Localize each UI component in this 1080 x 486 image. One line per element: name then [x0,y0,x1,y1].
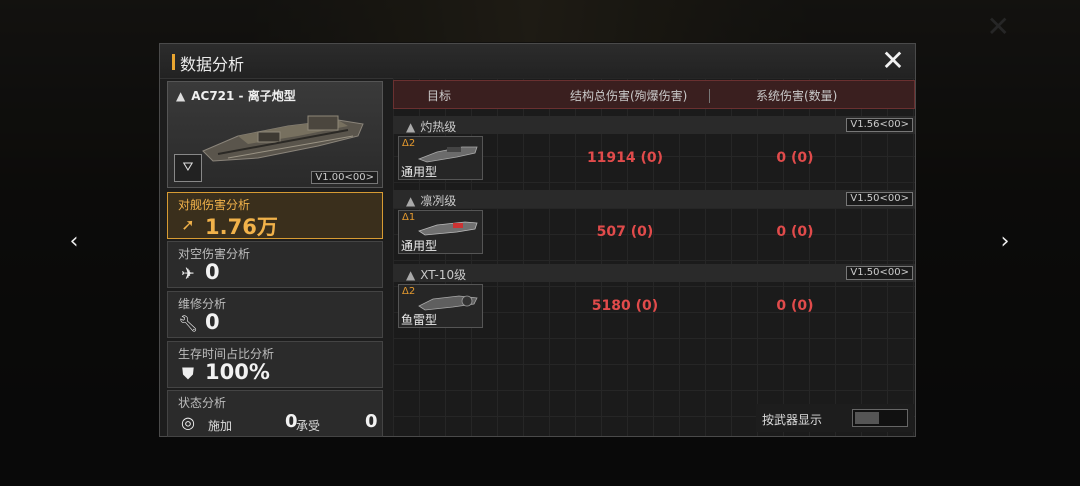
data-analysis-panel: 数据分析 ✕ ▲ AC721 - 离子炮型 ⛛ V1.00<00> 对舰伤害分析 … [159,43,916,437]
col-header-system: 系统伤害(数量) [756,89,838,103]
stat-label: 状态分析 [178,396,227,410]
ship-class-icon: ▲ [406,194,416,208]
ship-version: V1.00<00> [311,171,378,184]
group-version: V1.50<00> [846,192,913,206]
ship-class-icon: ▲ [176,89,186,103]
weapon-display-toggle-area: 按武器显示 [756,404,914,432]
system-damage: 0 (0) [776,224,814,240]
weapon-type: 通用型 [401,239,438,253]
system-damage: 0 (0) [776,298,814,314]
panel-title: 数据分析 [180,55,245,74]
ship-image [202,115,364,162]
ship-class-icon: ▲ [406,120,416,134]
toggle-knob [855,412,879,424]
group-name-text: XT-10级 [420,268,467,282]
status-take-value: 0 [365,411,378,432]
structure-damage: 507 (0) [596,224,654,240]
stat-value: 1.76万 [205,215,278,239]
anti-air-icon: ✈ [181,264,195,283]
structure-damage: 5180 (0) [591,298,659,314]
group-name: ▲ 灼热级 [406,118,456,135]
group-header: ▲ 灼热级 V1.56<00> [393,116,915,134]
anti-ship-icon: ➚ [181,215,195,234]
group-name-text: 灼热级 [420,120,457,134]
group-header: ▲ 凛冽级 V1.50<00> [393,190,915,208]
weapon-type: 鱼雷型 [401,313,438,327]
weapon-type: 通用型 [401,165,438,179]
ship-role-icon: ⛛ [174,154,202,182]
group-header: ▲ XT-10级 V1.50<00> [393,264,915,282]
ship-name: ▲ AC721 - 离子炮型 [176,87,296,104]
weapon-level: Δ1 [402,212,416,223]
pulse-icon: ◎ [181,413,195,432]
weapon-card[interactable]: Δ2 鱼雷型 [398,284,483,328]
col-divider [709,89,710,103]
weapon-level: Δ2 [402,286,416,297]
close-icon[interactable]: ✕ [879,47,907,75]
system-damage: 0 (0) [776,150,814,166]
ship-name-text: AC721 - 离子炮型 [191,89,296,103]
stat-anti-ship[interactable]: 对舰伤害分析 ➚ 1.76万 [167,192,383,239]
damage-table: 目标 结构总伤害(殉爆伤害) 系统伤害(数量) ▲ 灼热级 V1.56<00> Δ… [393,78,915,436]
ship-class-icon: ▲ [406,268,416,282]
group-name: ▲ XT-10级 [406,266,466,283]
status-apply-label: 施加 [208,419,233,433]
ship-card[interactable]: ▲ AC721 - 离子炮型 ⛛ V1.00<00> [167,81,383,188]
weapon-card[interactable]: Δ1 通用型 [398,210,483,254]
stat-value: 100% [205,360,270,384]
panel-header: 数据分析 ✕ [160,44,915,79]
title-accent-bar [172,54,175,70]
next-arrow-icon[interactable]: › [993,228,1017,256]
stat-survival[interactable]: 生存时间占比分析 ⛊ 100% [167,341,383,388]
show-by-weapon-toggle[interactable] [852,409,908,427]
status-take-label: 承受 [296,419,321,433]
weapon-image [418,221,478,236]
stat-value: 0 [205,260,220,284]
group-version: V1.56<00> [846,118,913,132]
structure-damage: 11914 (0) [586,150,664,166]
stat-anti-air[interactable]: 对空伤害分析 ✈ 0 [167,241,383,288]
col-header-target: 目标 [427,89,452,103]
stat-value: 0 [205,310,220,334]
shield-icon: ⛊ [181,364,194,383]
group-version: V1.50<00> [846,266,913,280]
stat-repair[interactable]: 维修分析 🔧︎ 0 [167,291,383,338]
weapon-image [417,146,478,163]
table-header: 目标 结构总伤害(殉爆伤害) 系统伤害(数量) [393,80,915,109]
previous-arrow-icon[interactable]: ‹ [62,228,86,256]
weapon-image [418,295,478,311]
group-name-text: 凛冽级 [420,194,457,208]
weapon-card[interactable]: Δ2 通用型 [398,136,483,180]
group-name: ▲ 凛冽级 [406,192,456,209]
toggle-label: 按武器显示 [762,413,823,427]
wrench-icon: 🔧︎ [178,314,199,333]
stat-status[interactable]: 状态分析 ◎ 施加 0 承受 0 [167,390,383,437]
col-header-structure: 结构总伤害(殉爆伤害) [570,89,688,103]
weapon-level: Δ2 [402,138,416,149]
